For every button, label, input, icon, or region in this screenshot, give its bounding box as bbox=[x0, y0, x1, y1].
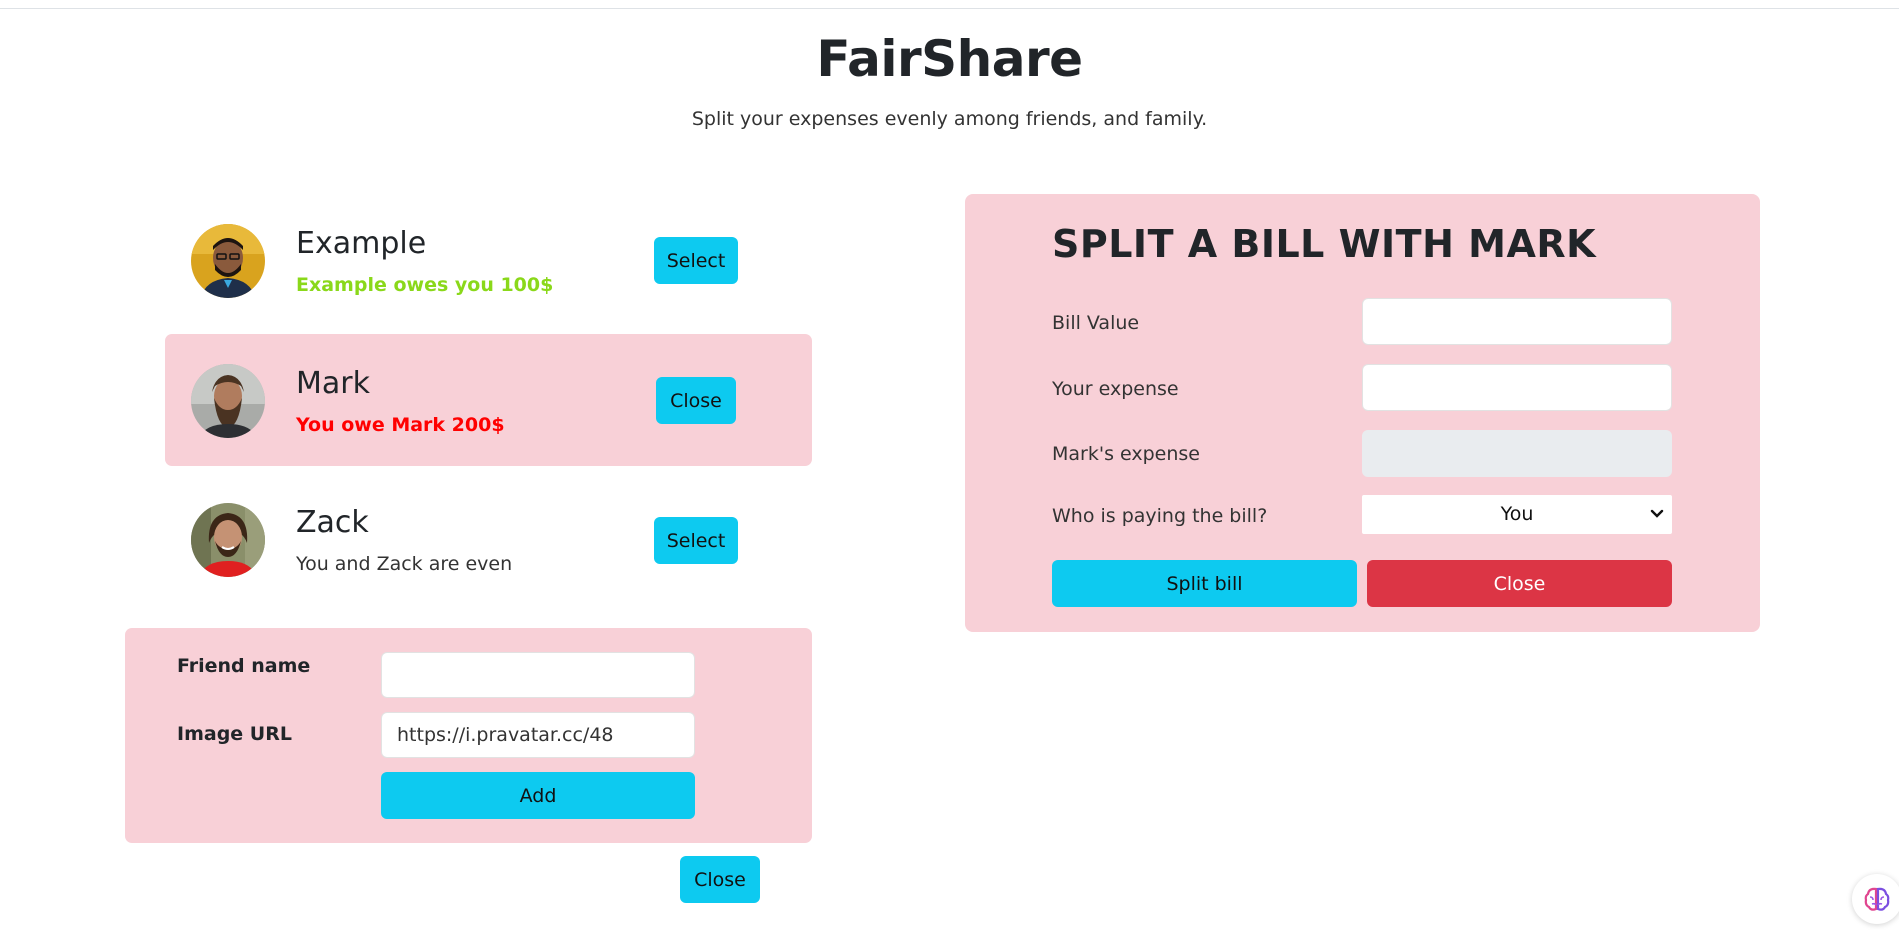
friend-name-input[interactable] bbox=[381, 652, 695, 698]
page-title: FairShare bbox=[816, 30, 1083, 88]
brain-icon bbox=[1864, 887, 1890, 911]
your-expense-input[interactable] bbox=[1362, 364, 1672, 411]
assistant-widget-button[interactable] bbox=[1852, 874, 1899, 924]
bill-value-input[interactable] bbox=[1362, 298, 1672, 345]
friend-name: Zack bbox=[296, 505, 369, 540]
friend-item-mark: Mark You owe Mark 200$ Close bbox=[165, 334, 812, 466]
friend-expense-input bbox=[1362, 430, 1672, 477]
friend-balance: You owe Mark 200$ bbox=[296, 414, 505, 436]
your-expense-label: Your expense bbox=[1052, 378, 1179, 400]
friend-item-example: Example Example owes you 100$ Select bbox=[165, 194, 812, 326]
avatar bbox=[191, 503, 265, 577]
image-url-label: Image URL bbox=[177, 723, 292, 745]
page-subtitle: Split your expenses evenly among friends… bbox=[691, 108, 1208, 130]
friend-item-zack: Zack You and Zack are even Select bbox=[165, 473, 812, 605]
close-add-friend-button[interactable]: Close bbox=[680, 856, 760, 903]
friend-expense-label: Mark's expense bbox=[1052, 443, 1200, 465]
avatar bbox=[191, 224, 265, 298]
top-border bbox=[0, 8, 1899, 9]
add-friend-form: Friend name Image URL Add bbox=[125, 628, 812, 843]
friend-name: Mark bbox=[296, 366, 370, 401]
payer-label: Who is paying the bill? bbox=[1052, 505, 1268, 527]
split-bill-form: SPLIT A BILL WITH MARK Bill Value Your e… bbox=[965, 194, 1760, 632]
add-friend-button[interactable]: Add bbox=[381, 772, 695, 819]
payer-select[interactable]: You bbox=[1362, 495, 1672, 534]
friend-balance: You and Zack are even bbox=[296, 553, 513, 575]
select-friend-button[interactable]: Select bbox=[654, 517, 738, 564]
image-url-input[interactable] bbox=[381, 712, 695, 758]
friend-balance: Example owes you 100$ bbox=[296, 274, 554, 296]
payer-select-value: You bbox=[1500, 503, 1534, 525]
friend-name-label: Friend name bbox=[177, 655, 311, 677]
avatar bbox=[191, 364, 265, 438]
chevron-down-icon bbox=[1650, 509, 1664, 518]
select-friend-button[interactable]: Select bbox=[654, 237, 738, 284]
split-bill-button[interactable]: Split bill bbox=[1052, 560, 1357, 607]
close-split-button[interactable]: Close bbox=[1367, 560, 1672, 607]
close-friend-button[interactable]: Close bbox=[656, 377, 736, 424]
friend-name: Example bbox=[296, 226, 427, 261]
split-bill-title: SPLIT A BILL WITH MARK bbox=[1052, 222, 1597, 266]
bill-value-label: Bill Value bbox=[1052, 312, 1140, 334]
